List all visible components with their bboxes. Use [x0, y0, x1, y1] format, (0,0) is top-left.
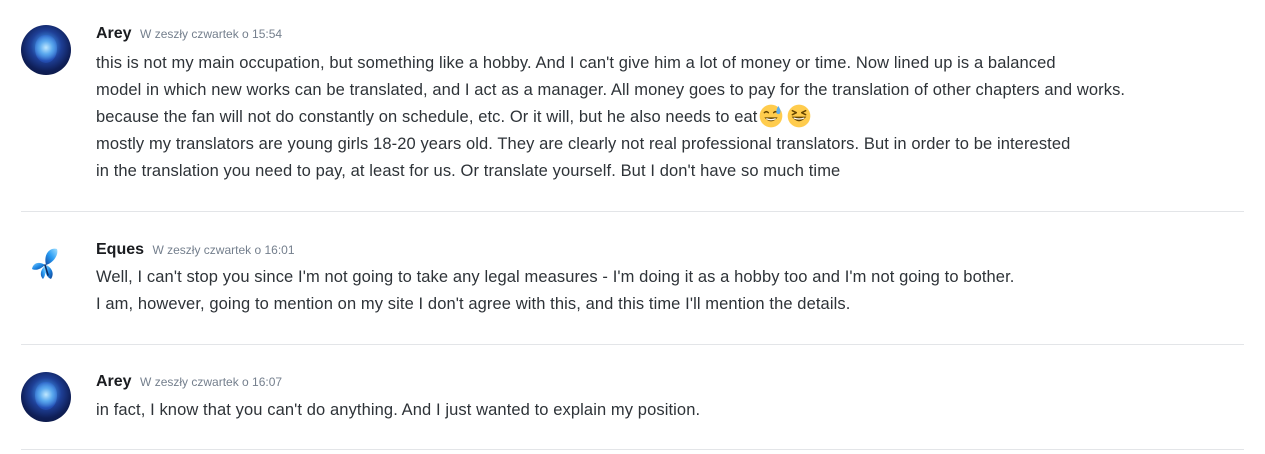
message-text-line: I am, however, going to mention on my si… — [96, 295, 851, 313]
username[interactable]: Arey — [96, 25, 132, 42]
message-text-line: model in which new works can be translat… — [96, 81, 1126, 99]
timestamp[interactable]: W zeszły czwartek o 16:07 — [140, 375, 282, 389]
nebula-portrait-icon — [35, 382, 57, 410]
message-text-line: Well, I can't stop you since I'm not goi… — [96, 268, 1015, 286]
message-header: Arey W zeszły czwartek o 15:54 — [96, 25, 282, 43]
message-text-line-with-emoji: because the fan will not do constantly o… — [96, 104, 811, 131]
nebula-portrait-icon — [35, 35, 57, 63]
username[interactable]: Eques — [96, 241, 144, 258]
timestamp[interactable]: W zeszły czwartek o 16:01 — [152, 243, 294, 257]
user-avatar[interactable] — [21, 372, 71, 422]
message-text-line: this is not my main occupation, but some… — [96, 54, 1056, 72]
message-header: Arey W zeszły czwartek o 16:07 — [96, 373, 282, 391]
message-header: Eques W zeszły czwartek o 16:01 — [96, 241, 295, 259]
message-text-line: in the translation you need to pay, at l… — [96, 162, 841, 180]
message-divider — [21, 211, 1244, 212]
blue-butterfly-icon — [32, 248, 58, 279]
message-text-line: mostly my translators are young girls 18… — [96, 135, 1071, 153]
message-divider — [21, 344, 1244, 345]
user-avatar[interactable] — [21, 25, 71, 75]
message-divider — [21, 449, 1244, 450]
username[interactable]: Arey — [96, 373, 132, 390]
user-avatar[interactable] — [21, 239, 71, 289]
message-text: because the fan will not do constantly o… — [96, 108, 758, 126]
timestamp[interactable]: W zeszły czwartek o 15:54 — [140, 27, 282, 41]
sweat-smile-emoji[interactable] — [759, 104, 783, 128]
laughing-emoji[interactable] — [787, 104, 811, 128]
message-text-line: in fact, I know that you can't do anythi… — [96, 401, 701, 419]
